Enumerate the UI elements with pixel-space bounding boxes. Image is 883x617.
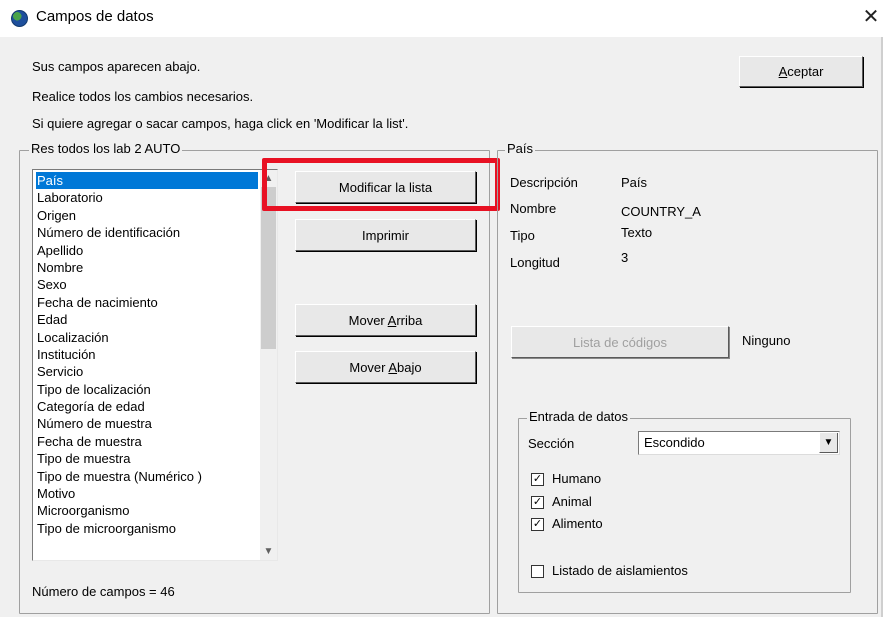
- globe-icon: [11, 10, 28, 27]
- length-label: Longitud: [510, 255, 560, 270]
- close-icon[interactable]: ✕: [860, 5, 882, 29]
- section-select-value: Escondido: [644, 435, 705, 450]
- type-value: Texto: [621, 225, 653, 240]
- chevron-down-icon[interactable]: ▼: [819, 433, 838, 453]
- code-list-button[interactable]: Lista de códigos: [511, 326, 729, 358]
- humano-checkbox[interactable]: ✓: [531, 473, 544, 486]
- type-label: Tipo: [510, 228, 535, 243]
- intro-line-1: Sus campos aparecen abajo.: [32, 59, 201, 74]
- fields-listbox[interactable]: País Laboratorio Origen Número de identific…: [32, 169, 278, 561]
- list-item[interactable]: Número de identificación: [36, 224, 258, 241]
- list-item[interactable]: Microorganismo: [36, 502, 258, 519]
- description-value: País: [621, 175, 648, 190]
- move-down-accel: A: [388, 359, 398, 375]
- scrollbar-thumb[interactable]: [261, 187, 276, 349]
- section-label: Sección: [528, 436, 575, 451]
- chevron-down-icon[interactable]: ▼: [260, 543, 277, 560]
- list-item[interactable]: Edad: [36, 311, 258, 328]
- list-item[interactable]: Tipo de muestra: [36, 450, 258, 467]
- isolates-listing-checkbox[interactable]: [531, 565, 544, 578]
- fields-list: País Laboratorio Origen Número de identific…: [36, 172, 258, 537]
- intro-line-3: Si quiere agregar o sacar campos, haga c…: [32, 116, 409, 131]
- highlight-frame: [262, 158, 500, 211]
- list-item[interactable]: Localización: [36, 329, 258, 346]
- code-list-value: Ninguno: [742, 333, 791, 348]
- animal-checkbox[interactable]: ✓: [531, 496, 544, 509]
- move-up-button[interactable]: Mover Arriba: [295, 304, 476, 336]
- list-item[interactable]: Institución: [36, 346, 258, 363]
- list-item[interactable]: Tipo de muestra (Numérico ): [36, 468, 258, 485]
- data-entry-title: Entrada de datos: [527, 409, 631, 424]
- intro-line-2: Realice todos los cambios necesarios.: [32, 89, 254, 104]
- animal-label: Animal: [552, 494, 592, 509]
- accept-accel: A: [778, 64, 788, 79]
- list-item[interactable]: Laboratorio: [36, 189, 258, 206]
- length-value: 3: [621, 250, 629, 265]
- list-item[interactable]: Fecha de muestra: [36, 433, 258, 450]
- list-item[interactable]: Origen: [36, 207, 258, 224]
- name-value: COUNTRY_A: [621, 204, 701, 219]
- description-label: Descripción: [510, 175, 578, 190]
- window-title: Campos de datos: [36, 8, 154, 25]
- humano-label: Humano: [552, 471, 602, 486]
- list-item[interactable]: Fecha de nacimiento: [36, 294, 258, 311]
- section-select[interactable]: Escondido ▼: [638, 431, 840, 455]
- list-item[interactable]: Tipo de microorganismo: [36, 520, 258, 537]
- list-item[interactable]: Número de muestra: [36, 415, 258, 432]
- field-details-title: País: [505, 141, 536, 156]
- move-down-rest: bajo: [397, 359, 422, 375]
- name-label: Nombre: [510, 201, 557, 216]
- accept-button[interactable]: Aceptar: [739, 56, 863, 87]
- list-item[interactable]: Categoría de edad: [36, 398, 258, 415]
- field-count: Número de campos = 46: [32, 584, 175, 599]
- list-item[interactable]: Sexo: [36, 276, 258, 293]
- alimento-checkbox[interactable]: ✓: [531, 518, 544, 531]
- list-item[interactable]: Nombre: [36, 259, 258, 276]
- listbox-scrollbar[interactable]: ▲ ▼: [260, 170, 277, 560]
- print-button[interactable]: Imprimir: [295, 219, 476, 251]
- list-item[interactable]: Servicio: [36, 363, 258, 380]
- list-item[interactable]: Tipo de localización: [36, 381, 258, 398]
- move-up-rest: rriba: [396, 312, 423, 328]
- list-item[interactable]: País: [36, 172, 258, 190]
- isolates-listing-label: Listado de aislamientos: [552, 563, 688, 578]
- fields-group-title: Res todos los lab 2 AUTO: [29, 141, 183, 156]
- accept-label: ceptar: [787, 64, 824, 79]
- list-item[interactable]: Apellido: [36, 242, 258, 259]
- move-down-button[interactable]: Mover Abajo: [295, 351, 476, 383]
- list-item[interactable]: Motivo: [36, 485, 258, 502]
- move-down-pre: Mover: [349, 359, 389, 375]
- move-up-pre: Mover: [348, 312, 388, 328]
- alimento-label: Alimento: [552, 516, 603, 531]
